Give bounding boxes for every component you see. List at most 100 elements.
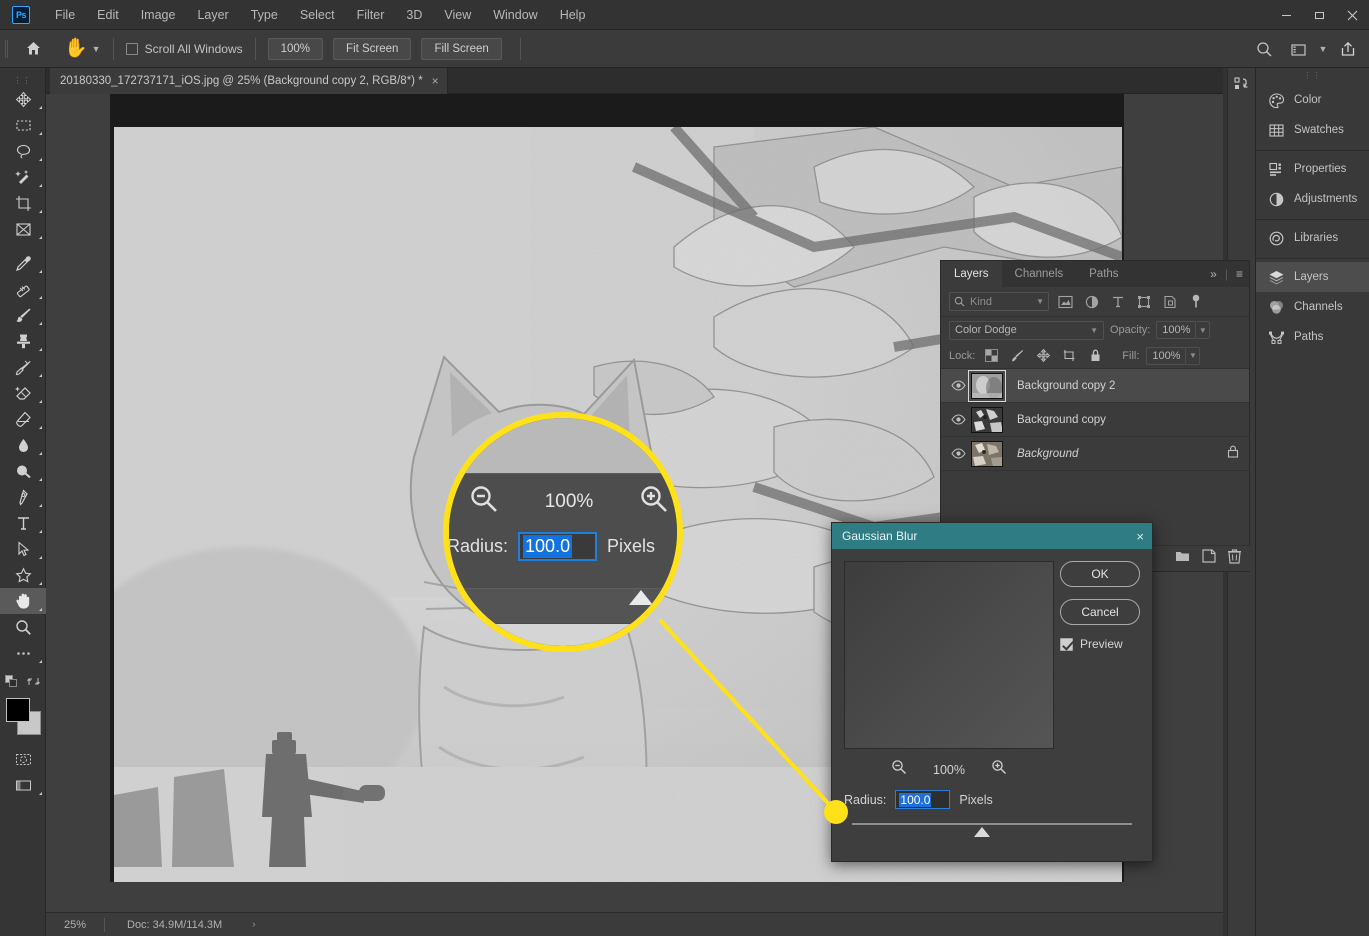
rail-item-swatches[interactable]: Swatches	[1256, 115, 1369, 145]
menu-type[interactable]: Type	[240, 4, 289, 26]
eraser-tool[interactable]	[0, 380, 46, 406]
rail-item-libraries[interactable]: Libraries	[1256, 223, 1369, 253]
lock-artboard-icon[interactable]	[1060, 346, 1079, 365]
tab-layers[interactable]: Layers	[941, 261, 1002, 287]
cancel-button[interactable]: Cancel	[1060, 599, 1140, 625]
adjustment-layers-filter-icon[interactable]	[1082, 292, 1101, 311]
move-tool[interactable]	[0, 86, 46, 112]
zoom-tool[interactable]	[0, 614, 46, 640]
opacity-slider-toggle-icon[interactable]: ▼	[1196, 321, 1211, 339]
smart-object-filter-icon[interactable]	[1160, 292, 1179, 311]
share-icon[interactable]	[1333, 34, 1363, 64]
close-icon[interactable]: ×	[432, 74, 439, 88]
maximize-button[interactable]	[1303, 0, 1336, 30]
pixel-layers-filter-icon[interactable]	[1056, 292, 1075, 311]
collapse-panel-icon[interactable]: »	[1210, 267, 1217, 281]
layer-name[interactable]: Background copy	[1017, 414, 1106, 426]
status-expand-icon[interactable]: ›	[222, 919, 255, 930]
close-icon[interactable]: ×	[1136, 529, 1144, 544]
tab-paths[interactable]: Paths	[1076, 261, 1132, 287]
delete-layer-icon[interactable]	[1228, 548, 1241, 569]
menu-filter[interactable]: Filter	[346, 4, 396, 26]
path-selection-tool[interactable]	[0, 536, 46, 562]
search-icon[interactable]	[1249, 34, 1279, 64]
zoom-out-icon[interactable]	[891, 759, 907, 780]
new-group-icon[interactable]	[1175, 549, 1190, 568]
eyedropper-tool[interactable]	[0, 250, 46, 276]
quick-selection-tool[interactable]	[0, 164, 46, 190]
lock-transparent-pixels-icon[interactable]	[982, 346, 1001, 365]
fill-value[interactable]: 100%	[1146, 346, 1187, 365]
lasso-tool[interactable]	[0, 138, 46, 164]
lock-image-pixels-icon[interactable]	[1008, 346, 1027, 365]
dodge-tool[interactable]	[0, 458, 46, 484]
table-row[interactable]: Background	[941, 437, 1249, 471]
default-colors-icon[interactable]	[5, 675, 18, 693]
type-tool[interactable]	[0, 510, 46, 536]
frame-tool[interactable]	[0, 216, 46, 242]
rail-item-properties[interactable]: Properties	[1256, 154, 1369, 184]
chevron-down-icon[interactable]: ▼	[1317, 34, 1329, 64]
brush-tool[interactable]	[0, 302, 46, 328]
scroll-all-windows-checkbox[interactable]: Scroll All Windows	[125, 42, 243, 56]
tab-channels[interactable]: Channels	[1001, 261, 1077, 287]
rail-item-layers[interactable]: Layers	[1256, 262, 1369, 292]
chevron-down-icon[interactable]: ▼	[1090, 326, 1098, 335]
radius-input[interactable]: 100.0	[895, 790, 951, 809]
spot-healing-brush-tool[interactable]	[0, 276, 46, 302]
menu-help[interactable]: Help	[549, 4, 597, 26]
dialog-title-bar[interactable]: Gaussian Blur ×	[832, 523, 1152, 549]
active-tool-preset[interactable]: ✋ ▼	[64, 39, 101, 58]
custom-shape-tool[interactable]	[0, 562, 46, 588]
zoom-out-icon[interactable]	[469, 484, 499, 519]
zoom-in-icon[interactable]	[991, 759, 1007, 780]
zoom-100-button[interactable]: 100%	[267, 37, 324, 60]
new-layer-icon[interactable]	[1202, 549, 1216, 568]
menu-image[interactable]: Image	[130, 4, 187, 26]
menu-window[interactable]: Window	[482, 4, 548, 26]
edit-toolbar-tool[interactable]	[0, 640, 46, 666]
chevron-down-icon[interactable]: ▼	[1036, 297, 1044, 306]
fill-screen-button[interactable]: Fill Screen	[421, 37, 502, 60]
foreground-color-swatch[interactable]	[6, 698, 30, 722]
toolbar-grip[interactable]: ⋮⋮	[0, 74, 45, 86]
radius-slider[interactable]	[844, 823, 1140, 837]
home-icon[interactable]	[18, 34, 48, 64]
fit-screen-button[interactable]: Fit Screen	[333, 37, 412, 60]
menu-layer[interactable]: Layer	[186, 4, 239, 26]
swap-colors-icon[interactable]	[27, 675, 40, 693]
blend-mode-select[interactable]: Color Dodge ▼	[949, 320, 1104, 340]
menu-3d[interactable]: 3D	[395, 4, 433, 26]
rail-item-adjustments[interactable]: Adjustments	[1256, 184, 1369, 214]
fill-slider-toggle-icon[interactable]: ▼	[1186, 346, 1201, 365]
blur-tool[interactable]	[0, 432, 46, 458]
clone-stamp-tool[interactable]	[0, 328, 46, 354]
lock-position-icon[interactable]	[1034, 346, 1053, 365]
slider-handle[interactable]	[974, 827, 990, 837]
layer-name[interactable]: Background	[1017, 448, 1078, 460]
blur-preview-thumbnail[interactable]	[844, 561, 1054, 749]
options-bar-grip[interactable]	[0, 30, 10, 68]
minimize-button[interactable]	[1270, 0, 1303, 30]
color-swatches[interactable]	[0, 696, 46, 740]
history-brush-tool[interactable]	[0, 354, 46, 380]
table-row[interactable]: Background copy 2	[941, 369, 1249, 403]
quick-mask-mode-icon[interactable]	[0, 746, 46, 772]
workspace-icon[interactable]	[1283, 34, 1313, 64]
close-button[interactable]	[1336, 0, 1369, 30]
rail-grip[interactable]: ⋮⋮	[1256, 68, 1369, 82]
layer-thumbnail[interactable]	[971, 440, 1003, 467]
layer-name[interactable]: Background copy 2	[1017, 380, 1115, 392]
rail-item-color[interactable]: Color	[1256, 85, 1369, 115]
collapse-panels-icon[interactable]	[1228, 68, 1255, 100]
document-tab[interactable]: 20180330_172737171_iOS.jpg @ 25% (Backgr…	[50, 68, 448, 94]
callout-radius-input[interactable]: 100.0	[518, 532, 598, 561]
table-row[interactable]: Background copy	[941, 403, 1249, 437]
type-layers-filter-icon[interactable]	[1108, 292, 1127, 311]
preview-checkbox[interactable]: Preview	[1060, 637, 1140, 651]
chevron-down-icon[interactable]: ▼	[92, 44, 101, 54]
screen-mode-icon[interactable]	[0, 772, 46, 798]
menu-select[interactable]: Select	[289, 4, 346, 26]
shape-layers-filter-icon[interactable]	[1134, 292, 1153, 311]
zoom-in-icon[interactable]	[639, 484, 669, 519]
